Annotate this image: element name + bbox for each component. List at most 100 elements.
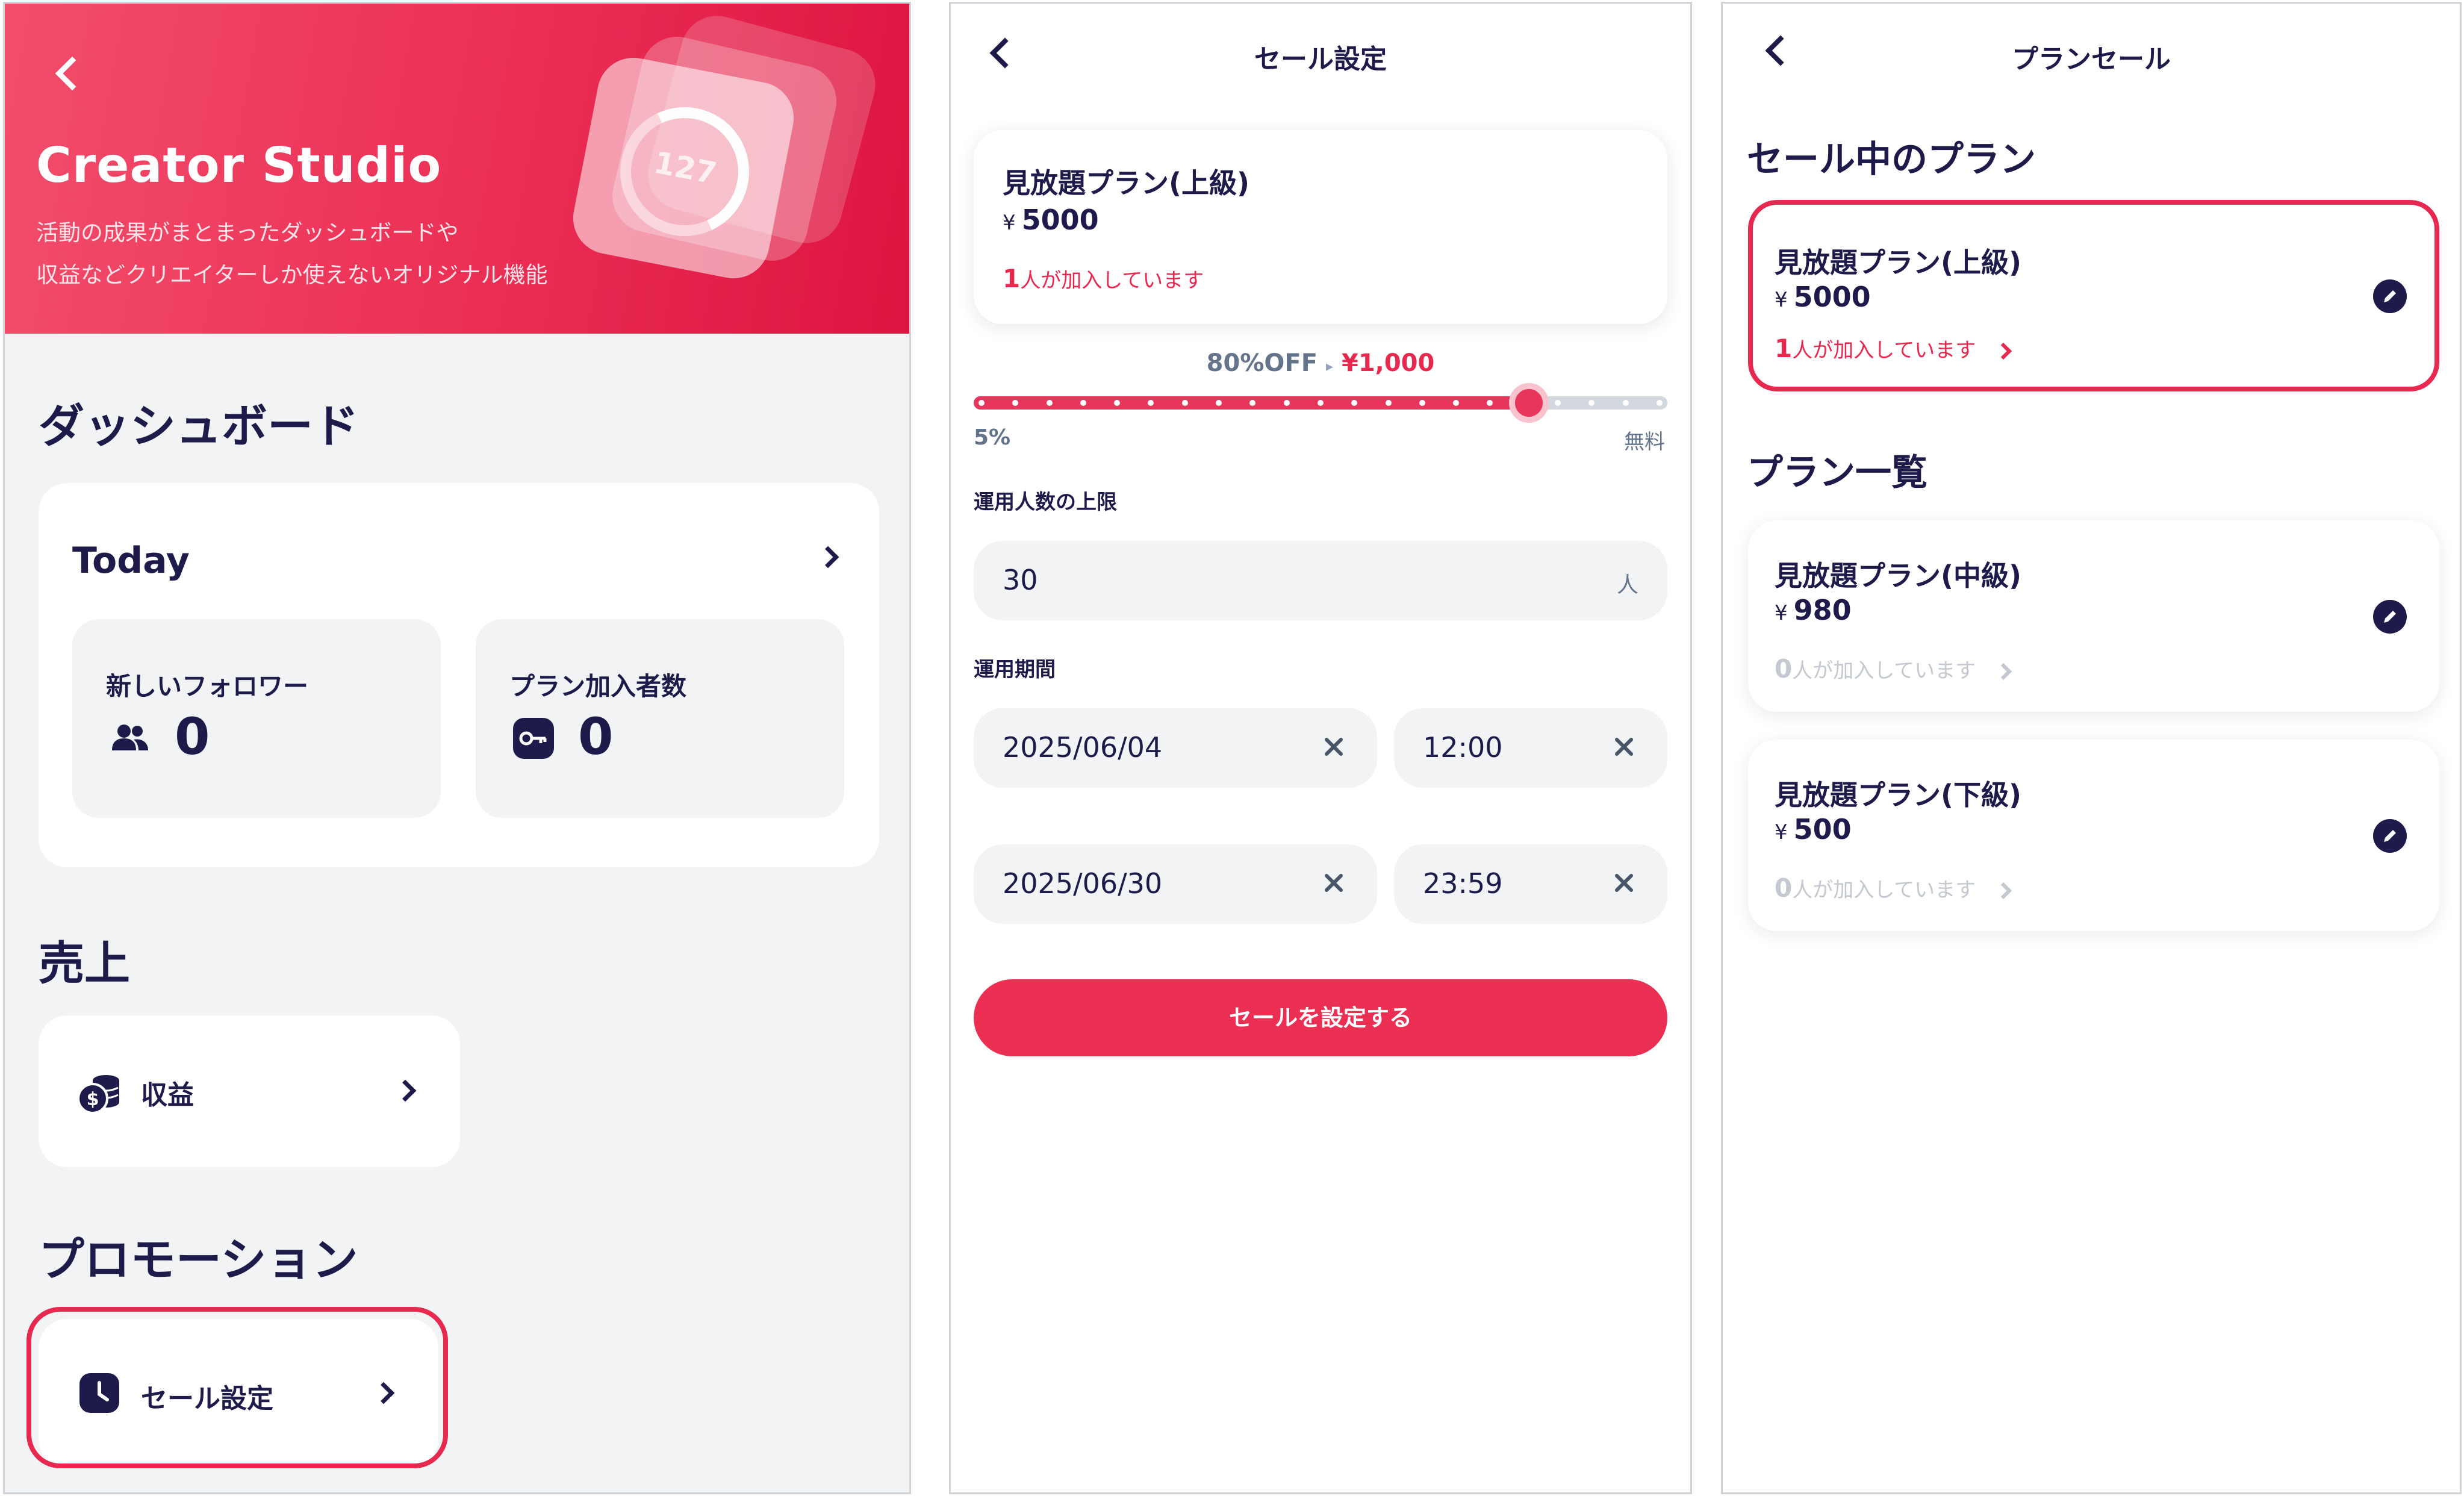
stat-label: 新しいフォロワー — [106, 672, 309, 701]
member-count-suffix: 人が加入しています — [1792, 659, 1976, 683]
plan-card[interactable]: 見放題プラン(中級) ¥980 0人が加入しています — [1748, 520, 2439, 712]
slider-tick — [1283, 400, 1290, 406]
discount-readout: 80%OFF ▸ ¥1,000 — [951, 349, 1690, 377]
end-date-value: 2025/06/30 — [1003, 867, 1163, 900]
plan-name: 見放題プラン(上級) — [1003, 167, 1250, 199]
followers-stat: 新しいフォロワー 0 — [72, 619, 441, 818]
slider-tick — [1622, 400, 1629, 406]
slider-tick — [1351, 400, 1358, 406]
key-icon — [513, 718, 554, 759]
member-count-link[interactable]: 1人が加入しています — [1775, 334, 2012, 363]
discount-slider[interactable] — [974, 396, 1667, 410]
chevron-right-icon — [1995, 342, 2012, 360]
start-time-value: 12:00 — [1423, 731, 1503, 764]
currency-symbol: ¥ — [1775, 288, 1788, 312]
slider-tick — [978, 400, 985, 406]
edit-icon[interactable] — [2373, 279, 2407, 313]
chevron-right-icon — [817, 546, 839, 569]
set-sale-button[interactable]: セールを設定する — [974, 979, 1667, 1056]
member-count-suffix: 人が加入しています — [1792, 338, 1976, 363]
slider-tick — [1080, 400, 1086, 406]
on-sale-heading: セール中のプラン — [1747, 139, 2036, 181]
slider-min-label: 5% — [974, 425, 1011, 450]
plan-name: 見放題プラン(上級) — [1775, 246, 2022, 279]
member-count-number: 0 — [1775, 654, 1793, 684]
slider-handle[interactable] — [1508, 383, 1549, 423]
slider-tick — [1487, 400, 1493, 406]
slider-tick — [1317, 400, 1324, 406]
edit-icon[interactable] — [2373, 819, 2407, 853]
sale-settings-screen: セール設定 見放題プラン(上級) ¥5000 1人が加入しています 80%OFF… — [949, 2, 1692, 1494]
clear-icon[interactable] — [1319, 732, 1348, 761]
slider-max-label: 無料 — [1624, 430, 1665, 454]
end-time-value: 23:59 — [1423, 867, 1503, 900]
subscribers-stat: プラン加入者数 0 — [476, 619, 844, 818]
chevron-right-icon — [1995, 662, 2012, 681]
on-sale-plan-card[interactable]: 見放題プラン(上級) ¥5000 1人が加入しています — [1748, 200, 2439, 391]
hero-banner: 127 Creator Studio 活動の成果がまとまったダッシュボードや 収… — [5, 4, 909, 334]
highlight-frame — [26, 1307, 448, 1468]
member-count-link[interactable]: 0人が加入しています — [1775, 654, 2012, 684]
hero-description: 収益などクリエイターしか使えないオリジナル機能 — [36, 262, 548, 288]
slider-ticks — [978, 400, 1663, 406]
edit-icon[interactable] — [2373, 600, 2407, 634]
clear-icon[interactable] — [1610, 732, 1638, 761]
member-count-number: 1 — [1003, 264, 1021, 293]
page-title: セール設定 — [1254, 44, 1387, 75]
plan-price: ¥5000 — [1003, 204, 1099, 236]
back-icon[interactable] — [55, 56, 90, 91]
end-date-field[interactable]: 2025/06/30 — [974, 844, 1377, 924]
slider-tick — [1181, 400, 1188, 406]
slider-tick — [1555, 400, 1561, 406]
plan-summary-card: 見放題プラン(上級) ¥5000 1人が加入しています — [974, 130, 1667, 324]
page-title: プランセール — [2012, 44, 2171, 75]
stat-value: 0 — [175, 707, 210, 766]
price-value: 5000 — [1793, 281, 1871, 313]
plan-price: ¥500 — [1775, 813, 1852, 846]
slider-tick — [1419, 400, 1425, 406]
start-date-value: 2025/06/04 — [1003, 731, 1163, 764]
dashboard-heading: ダッシュボード — [39, 399, 359, 453]
plan-price: ¥980 — [1775, 594, 1852, 626]
today-card[interactable]: Today 新しいフォロワー 0 プラン加入者数 0 — [39, 483, 879, 867]
revenue-item[interactable]: $ 収益 — [39, 1015, 460, 1167]
limit-label: 運用人数の上限 — [974, 490, 1117, 514]
member-count-suffix: 人が加入しています — [1792, 878, 1976, 902]
stat-value: 0 — [578, 707, 614, 766]
member-count-link[interactable]: 0人が加入しています — [1775, 873, 2012, 903]
slider-tick — [1249, 400, 1256, 406]
limit-input[interactable]: 30 人 — [974, 541, 1667, 620]
member-count: 1人が加入しています — [1003, 264, 1204, 293]
currency-symbol: ¥ — [1775, 601, 1788, 625]
plan-list-heading: プラン一覧 — [1747, 452, 1927, 494]
slider-tick — [1148, 400, 1154, 406]
today-title: Today — [72, 540, 190, 582]
discount-percent: 80%OFF — [1206, 349, 1318, 377]
plan-name: 見放題プラン(中級) — [1775, 559, 2022, 592]
clear-icon[interactable] — [1610, 868, 1638, 897]
start-time-field[interactable]: 12:00 — [1394, 708, 1667, 788]
member-count-suffix: 人が加入しています — [1020, 269, 1204, 293]
creator-studio-screen: 127 Creator Studio 活動の成果がまとまったダッシュボードや 収… — [3, 2, 911, 1494]
limit-value: 30 — [1003, 564, 1038, 596]
plan-sale-screen: プランセール セール中のプラン 見放題プラン(上級) ¥5000 1人が加入して… — [1721, 2, 2462, 1494]
slider-tick — [1046, 400, 1053, 406]
sale-price: ¥1,000 — [1341, 349, 1435, 377]
users-icon — [112, 725, 148, 750]
stat-label: プラン加入者数 — [509, 672, 687, 701]
slider-tick — [1216, 400, 1222, 406]
hero-title: Creator Studio — [36, 137, 442, 193]
clear-icon[interactable] — [1319, 868, 1348, 897]
end-time-field[interactable]: 23:59 — [1394, 844, 1667, 924]
limit-unit: 人 — [1616, 573, 1638, 597]
slider-tick — [1012, 400, 1019, 406]
slider-tick — [1656, 400, 1663, 406]
price-value: 980 — [1793, 594, 1852, 626]
svg-text:$: $ — [87, 1089, 99, 1110]
period-label: 運用期間 — [974, 658, 1056, 682]
arrow-right-icon: ▸ — [1326, 358, 1334, 375]
slider-tick — [1385, 400, 1392, 406]
revenue-label: 収益 — [141, 1080, 194, 1111]
start-date-field[interactable]: 2025/06/04 — [974, 708, 1377, 788]
plan-card[interactable]: 見放題プラン(下級) ¥500 0人が加入しています — [1748, 740, 2439, 931]
